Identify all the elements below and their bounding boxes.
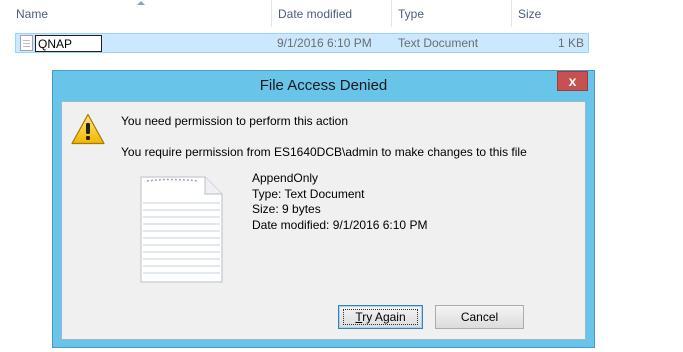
column-header-bar: Name Date modified Type Size (0, 0, 592, 27)
file-info-date-modified: Date modified: 9/1/2016 6:10 PM (252, 217, 428, 232)
dialog-content: You need permission to perform this acti… (61, 101, 586, 340)
file-info-type: Type: Text Document (252, 186, 365, 201)
column-header-date-modified[interactable]: Date modified (272, 0, 392, 27)
column-header-date-label: Date modified (278, 7, 353, 21)
cancel-label: Cancel (460, 310, 499, 324)
sort-ascending-icon (137, 1, 145, 5)
column-header-size[interactable]: Size (512, 0, 592, 27)
cancel-button[interactable]: Cancel (435, 305, 524, 329)
column-header-size-label: Size (518, 7, 542, 21)
secondary-message: You require permission from ES1640DCB\ad… (121, 145, 527, 159)
close-button[interactable]: x (557, 71, 588, 91)
try-again-label: Try Again (355, 310, 405, 324)
column-header-type[interactable]: Type (392, 0, 512, 27)
try-again-button[interactable]: Try Again (338, 305, 423, 329)
warning-icon (71, 113, 105, 145)
text-file-icon (20, 35, 33, 51)
file-info: AppendOnly Type: Text Document Size: 9 b… (252, 171, 427, 233)
file-info-name: AppendOnly (252, 171, 319, 185)
file-size: 1 KB (557, 36, 584, 50)
text-document-icon (140, 176, 223, 283)
file-access-denied-dialog: File Access Denied x You need permission… (52, 70, 595, 348)
dialog-title: File Access Denied (259, 77, 388, 94)
primary-message: You need permission to perform this acti… (121, 114, 349, 128)
file-type: Text Document (398, 36, 479, 50)
rename-input[interactable] (35, 35, 102, 52)
column-header-name-label: Name (16, 7, 49, 21)
file-info-size: Size: 9 bytes (252, 202, 321, 216)
file-date-modified: 9/1/2016 6:10 PM (277, 36, 372, 50)
file-row-selected[interactable]: 9/1/2016 6:10 PM Text Document 1 KB (15, 33, 589, 53)
try-again-label-rest: ry Again (362, 310, 406, 324)
close-icon: x (568, 73, 577, 89)
dialog-titlebar[interactable]: File Access Denied x (53, 71, 594, 101)
column-header-type-label: Type (398, 7, 425, 21)
